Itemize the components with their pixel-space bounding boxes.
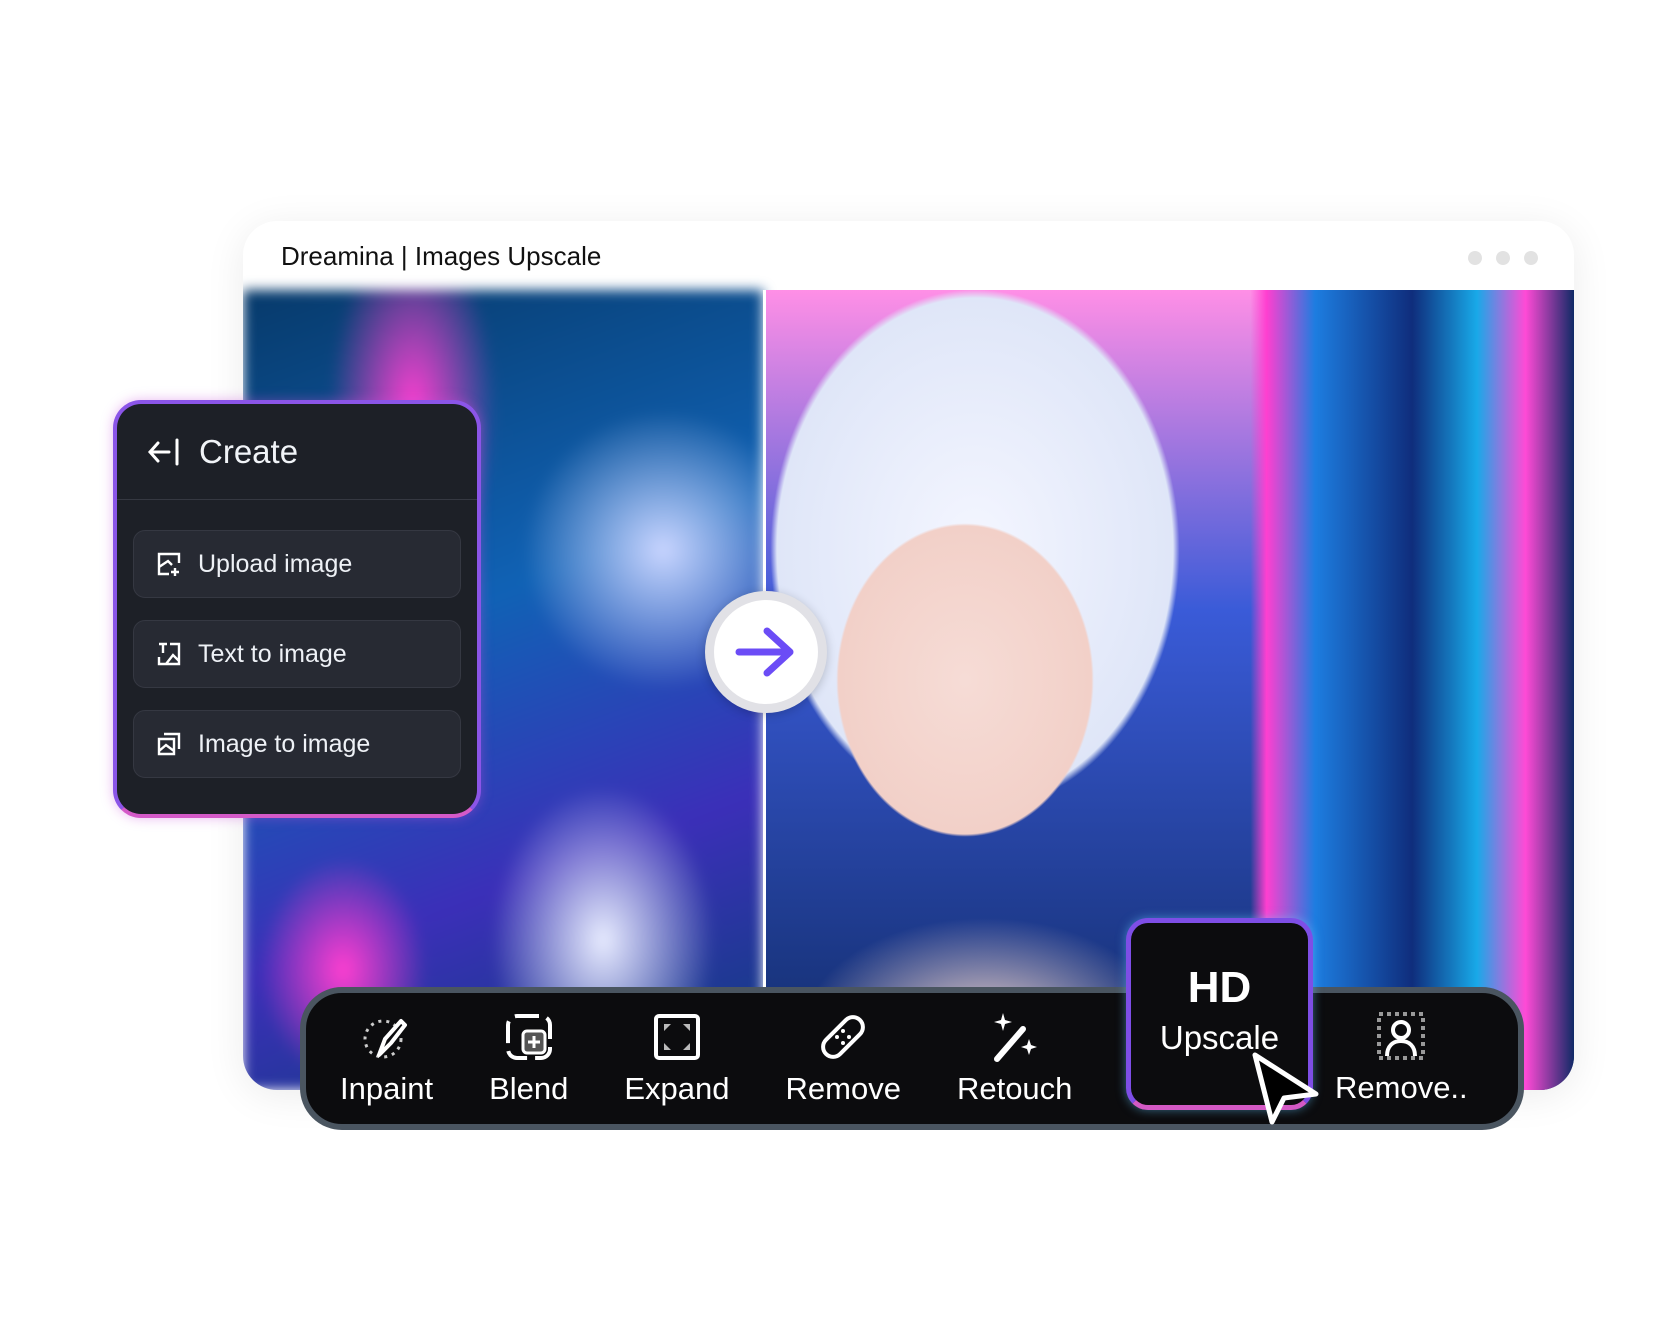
mouse-cursor-icon (1252, 1052, 1319, 1125)
text-to-image-icon (157, 642, 181, 666)
image-to-image-icon (157, 732, 181, 756)
image-to-image-label: Image to image (198, 729, 371, 758)
blend-label: Blend (489, 1070, 569, 1106)
back-arrow-icon[interactable] (147, 437, 181, 467)
person-cutout-icon (1377, 1012, 1426, 1060)
remove-background-tool[interactable]: Remove.. (1335, 1010, 1468, 1106)
remove-background-label: Remove.. (1335, 1070, 1468, 1105)
hd-label: HD (1187, 963, 1252, 1012)
brush-icon (363, 1018, 407, 1058)
window-dot[interactable] (1468, 251, 1482, 265)
window-title: Dreamina | Images Upscale (281, 241, 602, 271)
text-to-image-label: Text to image (198, 639, 347, 668)
panel-title: Create (199, 432, 299, 470)
inpaint-label: Inpaint (340, 1070, 434, 1106)
inpaint-tool[interactable]: Inpaint (340, 1011, 433, 1107)
window-dot[interactable] (1496, 251, 1510, 265)
magic-wand-icon (993, 1012, 1037, 1062)
arrow-right-icon (735, 627, 794, 677)
window-controls (1468, 251, 1538, 265)
upload-image-icon (157, 552, 181, 576)
expand-label: Expand (624, 1070, 730, 1106)
upload-image-button[interactable]: Upload image (133, 530, 461, 598)
blend-tool[interactable]: Blend (489, 1011, 568, 1107)
create-panel: Create Upload image Text to image Image … (113, 400, 481, 818)
text-to-image-button[interactable]: Text to image (133, 620, 461, 688)
retouch-tool[interactable]: Retouch (957, 1011, 1072, 1107)
remove-tool[interactable]: Remove (786, 1011, 901, 1107)
expand-icon (653, 1013, 700, 1060)
image-to-image-button[interactable]: Image to image (133, 710, 461, 778)
blend-icon (505, 1013, 552, 1060)
expand-tool[interactable]: Expand (624, 1011, 730, 1107)
window-dot[interactable] (1524, 251, 1538, 265)
upload-image-label: Upload image (198, 549, 353, 578)
bandage-icon (821, 1014, 866, 1059)
compare-arrow-button[interactable] (705, 591, 827, 713)
retouch-label: Retouch (956, 1070, 1073, 1106)
remove-label: Remove (785, 1070, 901, 1106)
